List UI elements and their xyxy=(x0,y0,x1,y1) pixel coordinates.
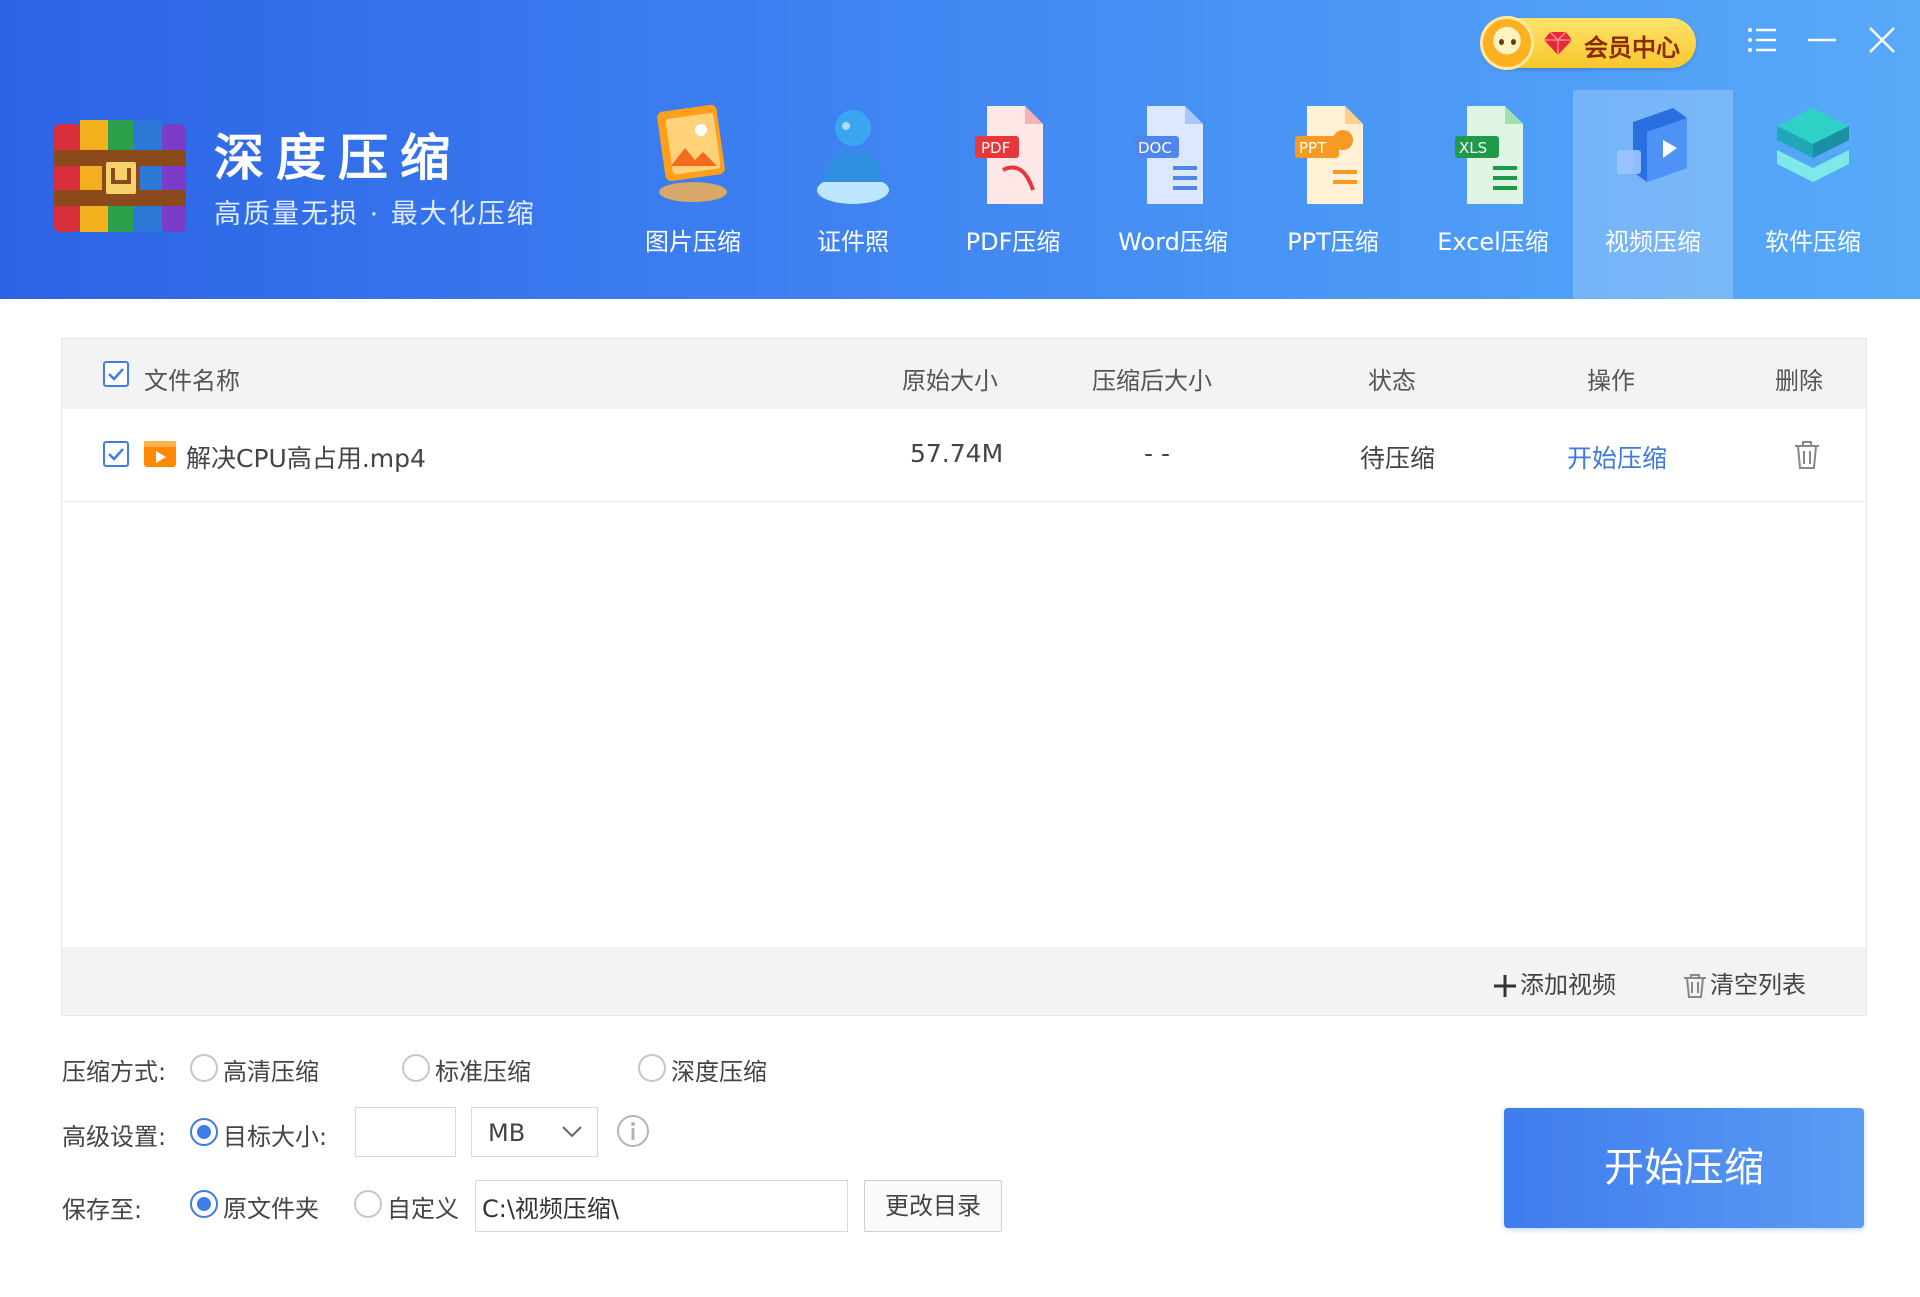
svg-text:XLS: XLS xyxy=(1459,139,1487,157)
ppt-icon: PPT xyxy=(1295,106,1363,204)
compress-mode-label: 压缩方式: xyxy=(62,1058,167,1086)
id-photo-icon xyxy=(817,110,889,204)
svg-text:PPT: PPT xyxy=(1299,139,1327,157)
tab-excel-compress[interactable]: XLS Excel压缩 xyxy=(1413,90,1573,299)
original-size: 57.74M xyxy=(910,439,1004,468)
file-table: 文件名称 原始大小 压缩后大小 状态 操作 删除 解决CPU高占用.mp4 57… xyxy=(61,338,1867,1016)
tab-label: 软件压缩 xyxy=(1765,228,1861,256)
tab-label: Word压缩 xyxy=(1118,228,1228,256)
header-original-size: 原始大小 xyxy=(902,367,998,395)
status-text: 待压缩 xyxy=(1360,444,1436,473)
radio-hd-compress[interactable] xyxy=(190,1054,218,1082)
tab-label: PDF压缩 xyxy=(965,228,1061,256)
tab-video-compress[interactable]: 视频压缩 xyxy=(1573,90,1733,299)
mode-option-label: 标准压缩 xyxy=(435,1058,531,1086)
chevron-down-icon xyxy=(562,1126,582,1138)
tab-label: Excel压缩 xyxy=(1437,228,1549,256)
table-footer: 添加视频 清空列表 xyxy=(62,947,1866,1015)
app-title: 深度压缩 xyxy=(214,129,462,187)
tab-label: 图片压缩 xyxy=(645,228,741,256)
row-checkbox[interactable] xyxy=(103,441,129,467)
minimize-icon[interactable] xyxy=(1804,22,1840,58)
header-status: 状态 xyxy=(1368,367,1416,395)
tab-pdf-compress[interactable]: PDF PDF压缩 xyxy=(933,90,1093,299)
table-row: 解决CPU高占用.mp4 57.74M - - 待压缩 开始压缩 xyxy=(62,409,1866,502)
svg-text:DOC: DOC xyxy=(1138,139,1172,157)
close-icon[interactable] xyxy=(1864,22,1900,58)
checkmark-icon xyxy=(108,368,124,381)
advanced-settings-label: 高级设置: xyxy=(62,1123,167,1151)
diamond-icon xyxy=(1544,31,1572,55)
target-size-input[interactable] xyxy=(355,1107,456,1157)
file-name: 解决CPU高占用.mp4 xyxy=(186,444,426,473)
save-option-label: 原文件夹 xyxy=(223,1195,319,1223)
add-video-label: 添加视频 xyxy=(1520,971,1616,999)
vip-center-label: 会员中心 xyxy=(1584,34,1680,62)
avatar-face-icon xyxy=(1480,16,1534,70)
clear-list-button[interactable]: 清空列表 xyxy=(1682,965,1806,1000)
excel-icon: XLS xyxy=(1455,106,1523,204)
trash-icon[interactable] xyxy=(1792,439,1822,471)
video-icon xyxy=(1617,108,1687,182)
tab-software-compress[interactable]: 软件压缩 xyxy=(1733,90,1893,299)
hamburger-menu-icon[interactable] xyxy=(1744,22,1780,58)
software-icon xyxy=(1777,108,1849,182)
radio-deep-compress[interactable] xyxy=(638,1054,666,1082)
compressed-size: - - xyxy=(1144,439,1170,468)
header-delete: 删除 xyxy=(1775,367,1823,395)
start-compress-button[interactable]: 开始压缩 xyxy=(1504,1108,1864,1228)
save-path-input[interactable] xyxy=(475,1180,848,1232)
tab-ppt-compress[interactable]: PPT PPT压缩 xyxy=(1253,90,1413,299)
video-file-icon xyxy=(144,441,176,467)
radio-standard-compress[interactable] xyxy=(402,1054,430,1082)
info-icon[interactable] xyxy=(616,1114,650,1148)
add-video-button[interactable]: 添加视频 xyxy=(1492,965,1616,1000)
start-compress-link[interactable]: 开始压缩 xyxy=(1567,439,1667,475)
unit-value: MB xyxy=(488,1119,526,1147)
header-compressed-size: 压缩后大小 xyxy=(1092,367,1212,395)
word-icon: DOC xyxy=(1135,106,1203,204)
checkmark-icon xyxy=(108,448,124,461)
target-size-label: 目标大小: xyxy=(223,1123,328,1151)
header-file-name: 文件名称 xyxy=(144,367,240,395)
app-header: 深度压缩 高质量无损 · 最大化压缩 会员中心 图片压缩 证件照 PDF PDF… xyxy=(0,0,1920,299)
unit-select[interactable]: MB xyxy=(471,1107,598,1157)
tab-label: PPT压缩 xyxy=(1287,228,1379,256)
tab-id-photo[interactable]: 证件照 xyxy=(773,90,933,299)
save-option-label: 自定义 xyxy=(387,1195,459,1223)
mode-option-label: 高清压缩 xyxy=(223,1058,319,1086)
tab-label: 证件照 xyxy=(817,228,889,256)
radio-custom-folder[interactable] xyxy=(354,1190,382,1218)
plus-icon xyxy=(1494,975,1516,997)
app-subtitle: 高质量无损 · 最大化压缩 xyxy=(214,199,536,230)
select-all-checkbox[interactable] xyxy=(103,361,129,387)
header-action: 操作 xyxy=(1587,367,1635,395)
trash-icon xyxy=(1684,974,1706,998)
svg-text:PDF: PDF xyxy=(981,139,1010,157)
pdf-icon: PDF xyxy=(975,106,1043,204)
tab-image-compress[interactable]: 图片压缩 xyxy=(613,90,773,299)
vip-center-button[interactable]: 会员中心 xyxy=(1480,16,1696,70)
tab-word-compress[interactable]: DOC Word压缩 xyxy=(1093,90,1253,299)
mode-option-label: 深度压缩 xyxy=(671,1058,767,1086)
save-to-label: 保存至: xyxy=(62,1196,143,1224)
image-icon xyxy=(657,104,727,202)
radio-original-folder[interactable] xyxy=(190,1190,218,1218)
clear-list-label: 清空列表 xyxy=(1710,971,1806,999)
change-directory-button[interactable]: 更改目录 xyxy=(864,1180,1002,1232)
radio-target-size[interactable] xyxy=(190,1118,218,1146)
table-header: 文件名称 原始大小 压缩后大小 状态 操作 删除 xyxy=(62,339,1866,409)
tab-label: 视频压缩 xyxy=(1605,228,1701,256)
app-logo-icon xyxy=(54,120,186,232)
